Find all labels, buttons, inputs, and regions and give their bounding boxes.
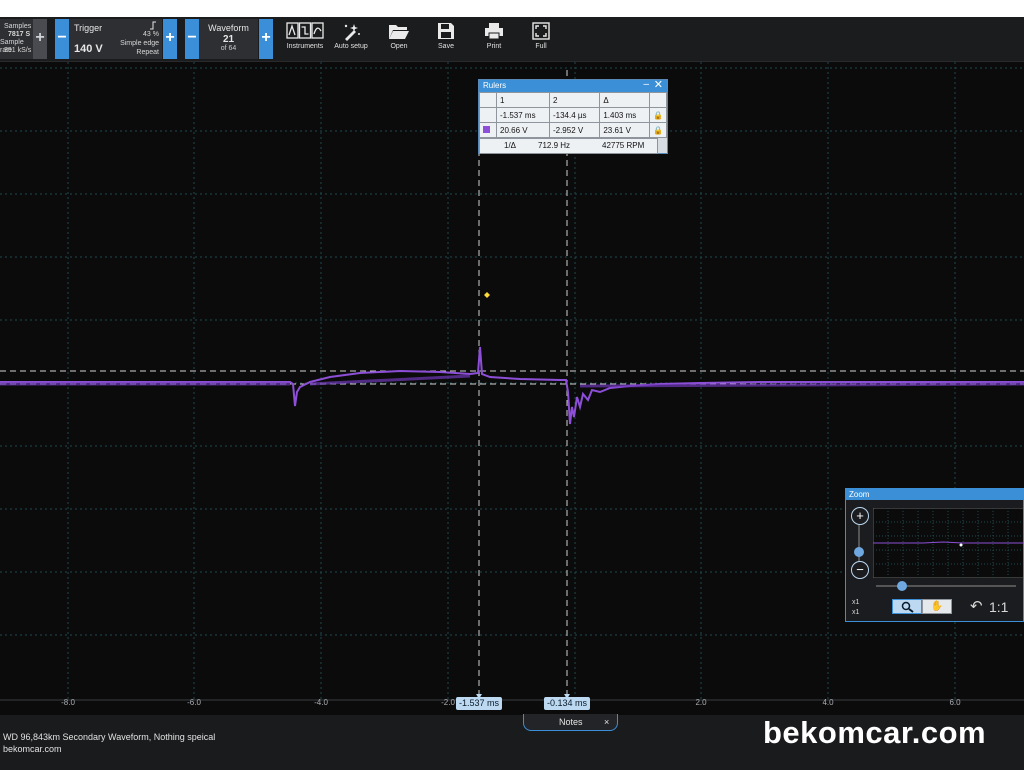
samples-panel[interactable]: Samples 7817 S Sample rate 391 kS/s	[0, 19, 33, 59]
auto-setup-button[interactable]: Auto setup	[326, 19, 376, 59]
ruler-time1: -1.537 ms	[496, 107, 550, 123]
zoom-y-factor: x1	[852, 609, 860, 616]
waveform-count: of 64	[220, 45, 237, 52]
waveform-title: Waveform	[208, 23, 249, 33]
x-tick: 2.0	[695, 698, 707, 707]
waveform-index: 21	[222, 34, 235, 45]
zoom-title: Zoom	[846, 489, 1023, 500]
inverse-delta-label: 1/Δ	[504, 141, 517, 150]
open-label: Open	[390, 43, 408, 50]
channel-color-swatch	[483, 125, 490, 133]
printer-icon	[469, 19, 519, 43]
zoom-window[interactable]: Zoom + − x1 x1 ✋ ↶ 1:1	[845, 488, 1024, 622]
x-tick: 4.0	[822, 698, 834, 707]
trigger-percent: 43 %	[143, 31, 159, 38]
zoom-in-button[interactable]: +	[851, 507, 869, 525]
trigger-title: Trigger	[74, 23, 103, 33]
x-tick: -2.0	[441, 698, 455, 707]
samples-count: 7817 S	[8, 31, 31, 38]
hand-icon: ✋	[930, 601, 944, 612]
ruler2-time-label[interactable]: -0.134 ms	[543, 697, 591, 710]
ruler-volt-delta: 23.61 V	[599, 122, 650, 138]
full-label: Full	[535, 43, 547, 50]
x-tick: -8.0	[61, 698, 75, 707]
rising-edge-icon	[150, 21, 156, 30]
ruler-delta-header: Δ	[599, 92, 650, 108]
x-tick: -6.0	[187, 698, 201, 707]
rulers-table: 1 2 Δ -1.537 ms -134.4 µs 1.403 ms 🔒 20.…	[479, 92, 667, 138]
magnifier-icon	[901, 601, 914, 613]
pan-tool-button[interactable]: ✋	[922, 599, 952, 614]
ruler-time-delta: 1.403 ms	[599, 107, 650, 123]
lock-icon[interactable]: 🔒	[649, 122, 667, 138]
zoom-overview-plot[interactable]	[873, 508, 1024, 578]
rulers-title: Rulers	[483, 81, 507, 90]
save-label: Save	[438, 43, 454, 50]
auto-setup-label: Auto setup	[334, 43, 368, 50]
zoom-out-button[interactable]: −	[851, 561, 869, 579]
close-icon[interactable]: ✕	[654, 79, 663, 91]
zoom-reset-ratio[interactable]: 1:1	[989, 599, 1008, 615]
rulers-window[interactable]: Rulers – ✕ 1 2 Δ -1.537 ms -134.4 µs 1.4…	[478, 79, 668, 154]
waveform-minus-button[interactable]: −	[185, 19, 199, 59]
ruler-volt2: -2.952 V	[548, 122, 601, 138]
trigger-minus-button[interactable]: −	[55, 19, 69, 59]
waveform-panel[interactable]: Waveform 21 of 64	[199, 19, 258, 59]
ruler-col2-header: 2	[548, 92, 601, 108]
ruler1-time-label[interactable]: -1.537 ms	[455, 697, 503, 710]
lock-icon[interactable]: 🔒	[649, 107, 667, 123]
trigger-plus-button[interactable]: +	[163, 19, 177, 59]
window-top-strip	[0, 0, 1024, 17]
x-tick: -4.0	[314, 698, 328, 707]
print-button[interactable]: Print	[469, 19, 519, 59]
sample-rate-value: 391 kS/s	[4, 47, 32, 54]
ruler-time2: -134.4 µs	[548, 107, 601, 123]
notes-close-icon[interactable]: ×	[604, 717, 609, 727]
rpm-value: 42775 RPM	[602, 141, 645, 150]
frequency-row: 1/Δ 712.9 Hz 42775 RPM	[479, 138, 658, 154]
save-button[interactable]: Save	[421, 19, 471, 59]
save-icon	[421, 19, 471, 43]
instruments-label: Instruments	[286, 43, 324, 50]
x-tick: 6.0	[949, 698, 961, 707]
toolbar: Samples 7817 S Sample rate 391 kS/s + − …	[0, 17, 1024, 62]
trigger-panel[interactable]: Trigger 140 V 43 % Simple edge Repeat	[69, 19, 162, 59]
instruments-button[interactable]: Instruments	[280, 19, 330, 59]
waveform-description: WD 96,843km Secondary Waveform, Nothing …	[3, 732, 216, 742]
waveform-source: bekomcar.com	[3, 744, 62, 754]
undo-zoom-icon[interactable]: ↶	[970, 597, 983, 615]
notes-tab[interactable]: Notes ×	[523, 714, 618, 731]
zoom-horizontal-thumb[interactable]	[897, 581, 907, 591]
zoom-tool-button[interactable]	[892, 599, 922, 614]
full-button[interactable]: Full	[516, 19, 566, 59]
ruler-volt1: 20.66 V	[496, 122, 550, 138]
samples-plus-button[interactable]: +	[33, 19, 47, 59]
folder-open-icon	[374, 19, 424, 43]
watermark: bekomcar.com	[763, 715, 987, 750]
minimize-icon[interactable]: –	[643, 79, 649, 91]
ruler-col1-header: 1	[496, 92, 550, 108]
zoom-x-factor: x1	[852, 599, 860, 606]
trigger-repeat: Repeat	[136, 49, 159, 56]
open-button[interactable]: Open	[374, 19, 424, 59]
instruments-icon	[280, 19, 330, 43]
notes-label: Notes	[559, 717, 583, 727]
waveform-plus-button[interactable]: +	[259, 19, 273, 59]
rulers-header[interactable]: Rulers – ✕	[479, 79, 667, 92]
samples-title: Samples	[4, 23, 32, 30]
trigger-mode: Simple edge	[120, 40, 159, 47]
zoom-vertical-thumb[interactable]	[854, 547, 864, 557]
auto-setup-icon	[326, 19, 376, 43]
trigger-level: 140 V	[74, 43, 103, 55]
print-label: Print	[486, 43, 502, 50]
frequency-value: 712.9 Hz	[538, 141, 571, 150]
fullscreen-icon	[516, 19, 566, 43]
